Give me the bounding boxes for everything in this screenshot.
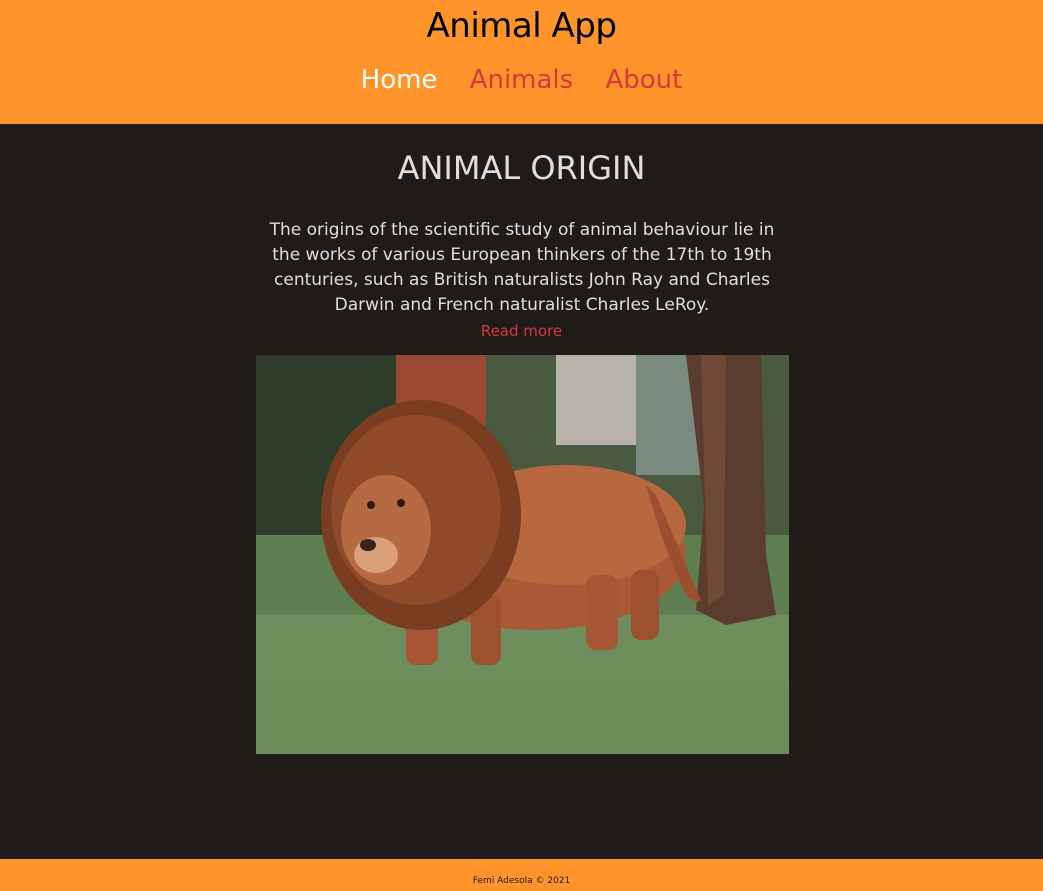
nav-animals-link[interactable]: Animals — [470, 65, 574, 95]
app-title: Animal App — [426, 6, 617, 46]
nav-home-link[interactable]: Home — [361, 65, 438, 95]
footer-credit: Femi Adesola © 2021 — [472, 876, 571, 886]
lion-photo — [256, 355, 789, 754]
site-header: Animal App Home Animals About — [0, 0, 1043, 124]
main-nav: Home Animals About — [0, 60, 1043, 100]
nav-about-link[interactable]: About — [605, 65, 682, 95]
site-footer: Femi Adesola © 2021 — [0, 859, 1043, 891]
description-text: The origins of the scientific study of a… — [269, 220, 775, 315]
main-content: ANIMAL ORIGIN The origins of the scienti… — [0, 124, 1043, 859]
lion-image — [256, 355, 789, 754]
section-heading: ANIMAL ORIGIN — [397, 149, 646, 187]
read-more-link[interactable]: Read more — [0, 320, 1043, 342]
